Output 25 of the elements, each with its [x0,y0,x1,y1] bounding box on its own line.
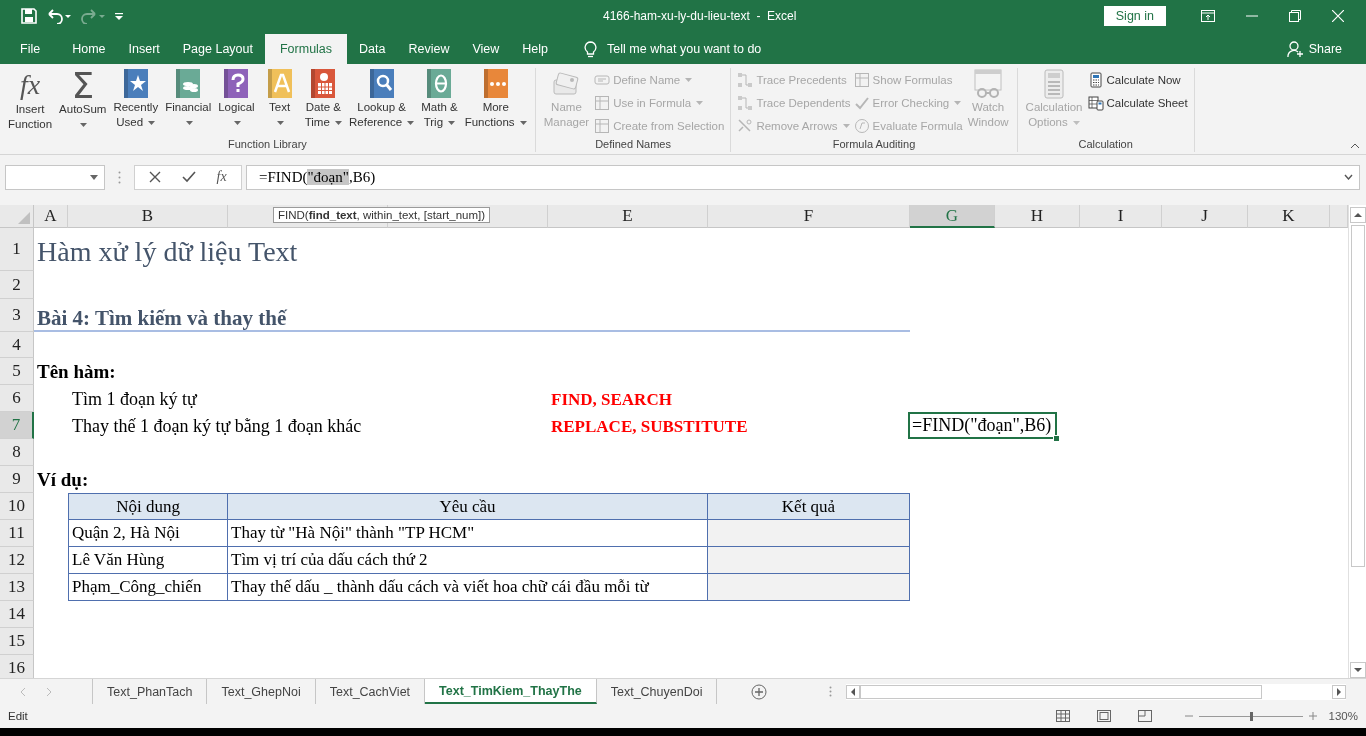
group-label: Defined Names [594,138,672,152]
cell-text: Tên hàm: [36,362,117,385]
formula-text: =FIND("đoạn",B6) [259,168,377,186]
function-tooltip: FIND(find_text, within_text, [start_num]) [273,207,491,223]
table-cell: Thay từ "Hà Nội" thành "TP HCM" [228,520,708,547]
cell-text: Tìm 1 đoạn ký tự [71,390,199,412]
table-header-cell: Yêu cầu [228,493,708,520]
table-header-cell: Nội dung [68,493,228,520]
table-cell: Tìm vị trí của dấu cách thứ 2 [228,547,708,574]
table-cell: Phạm_Công_chiến [68,574,228,601]
window-title: 4166-ham-xu-ly-du-lieu-text - Excel [602,9,798,23]
table-cell: Quận 2, Hà Nội [68,520,228,547]
group-label: Function Library [226,138,308,152]
section-heading: Bài 4: Tìm kiếm và thay thế [36,306,288,332]
group-label: Calculation [1077,138,1134,152]
cell-text: FIND, SEARCH [550,391,673,412]
group-label: Formula Auditing [831,138,917,152]
table-header-cell: Kết quả [708,493,910,520]
cell-text: Thay thế 1 đoạn ký tự bằng 1 đoạn khác [71,417,363,439]
sheet-title: Hàm xử lý dữ liệu Text [36,237,299,270]
table-cell: Thay thế dấu _ thành dấu cách và viết hoa chữ cái đầu mỗi từ [228,574,708,601]
table-cell: Lê Văn Hùng [68,547,228,574]
status-mode: Edit [8,710,28,722]
cell-text: Ví dụ: [36,470,90,493]
cell-text: REPLACE, SUBSTITUTE [550,418,749,439]
